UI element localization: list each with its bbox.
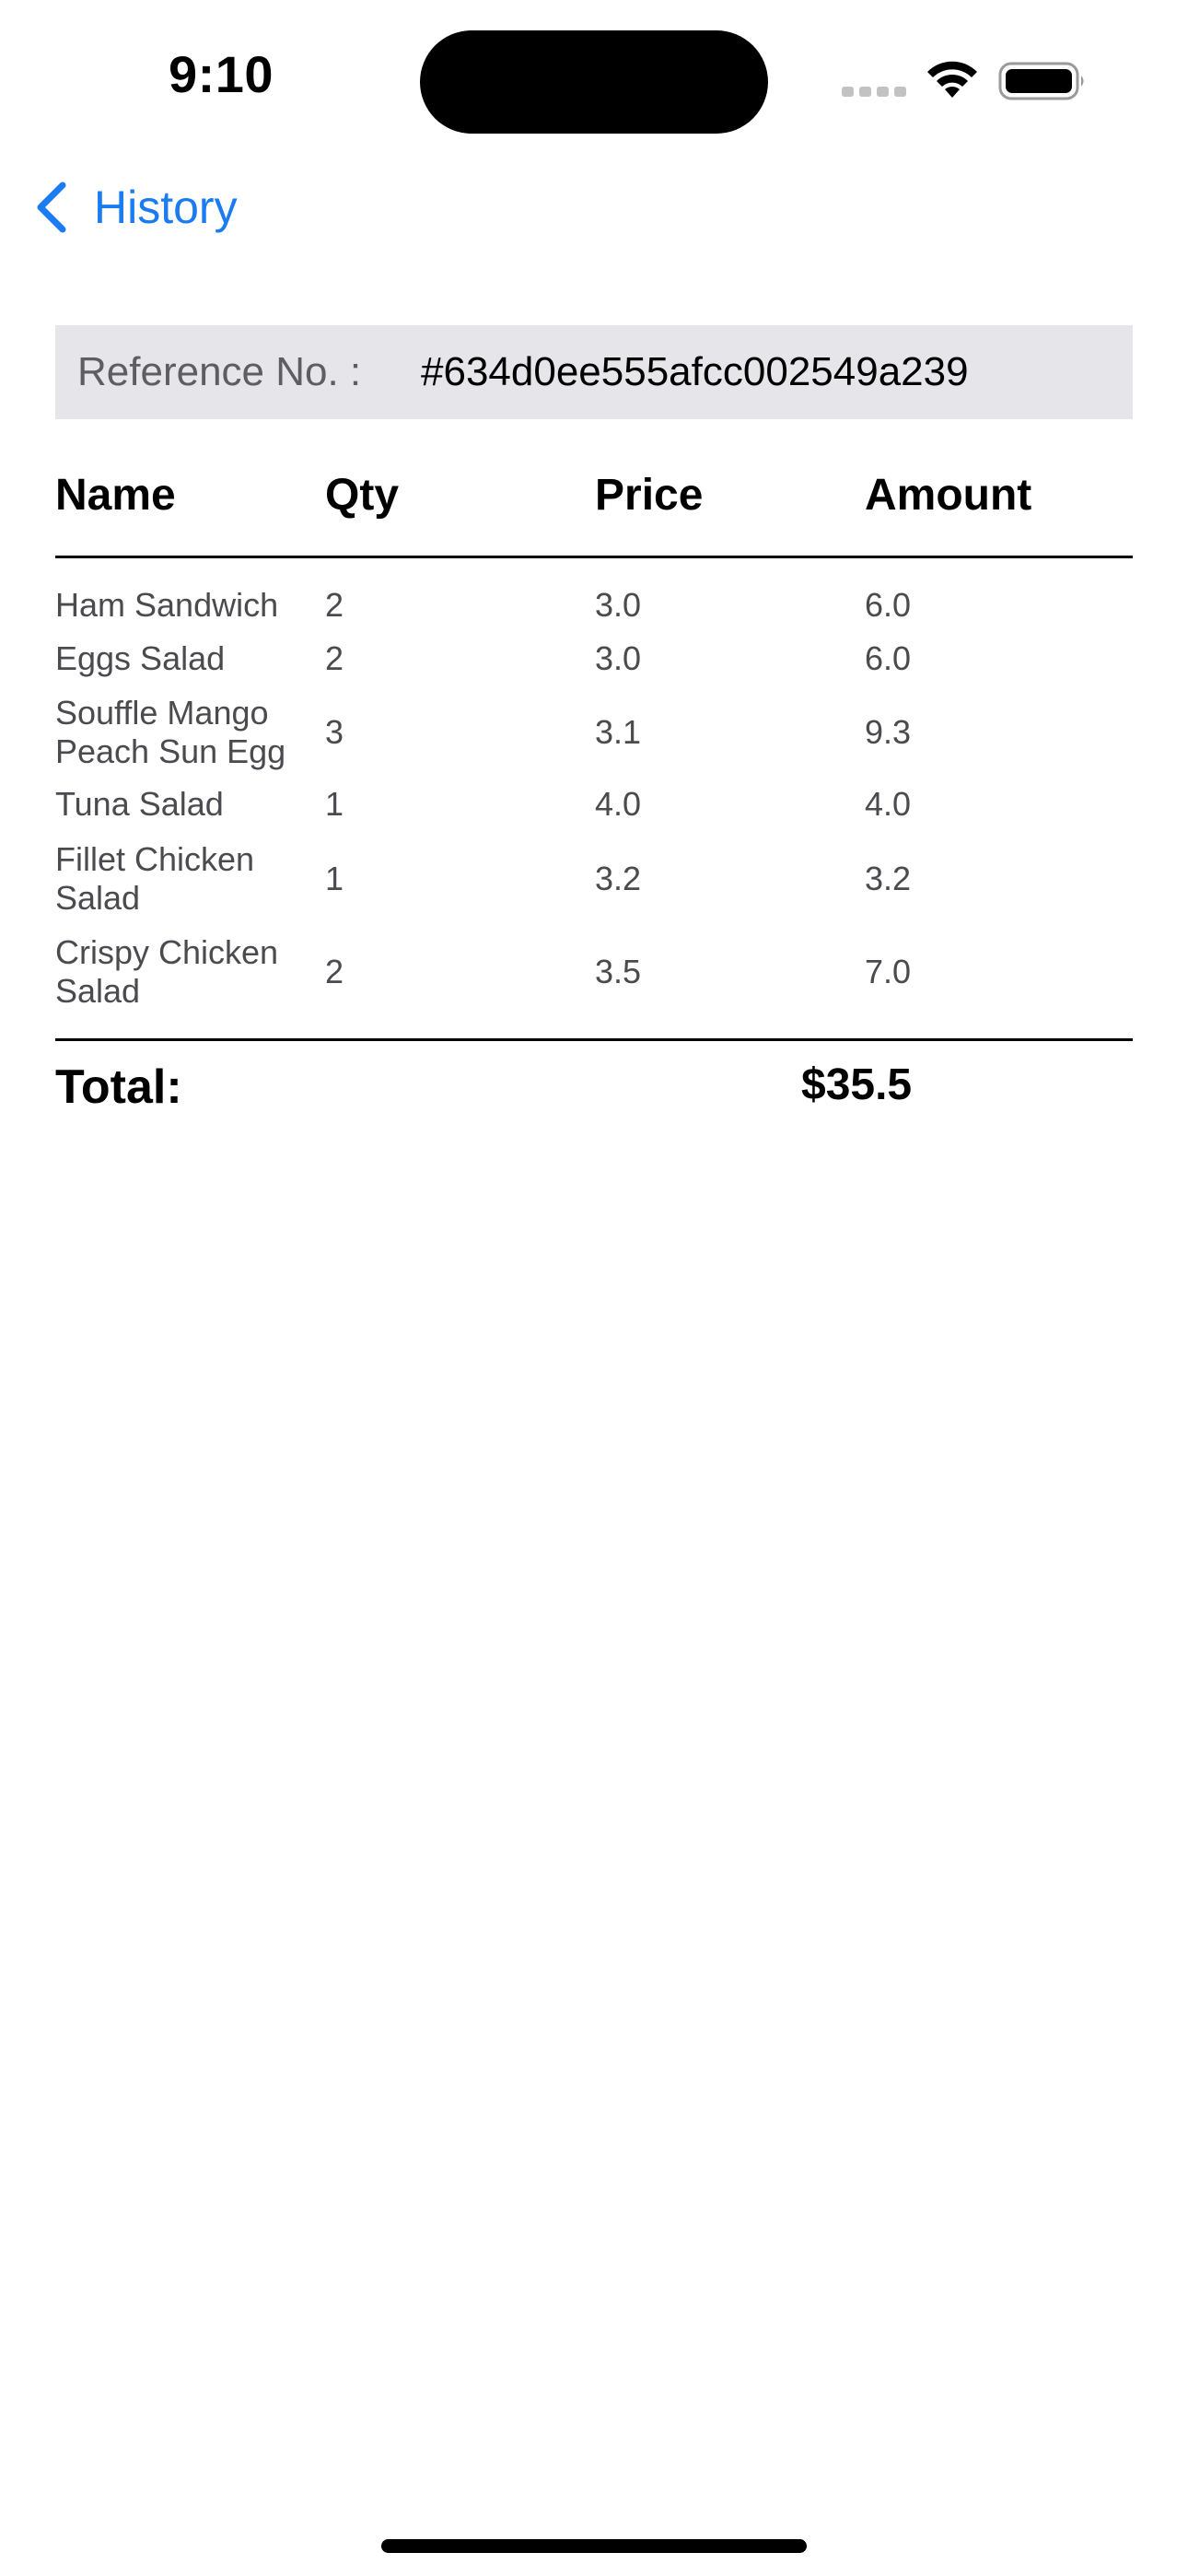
reference-value: #634d0ee555afcc002549a239 — [421, 349, 969, 394]
wifi-icon — [927, 61, 977, 98]
home-indicator[interactable] — [381, 2539, 807, 2553]
back-button[interactable]: History — [33, 175, 238, 240]
table-row: Fillet Chicken Salad 1 3.2 3.2 — [0, 840, 1188, 918]
table-row: Crispy Chicken Salad 2 3.5 7.0 — [0, 933, 1188, 1011]
dynamic-island — [420, 30, 768, 134]
item-qty: 1 — [325, 860, 344, 897]
item-price: 3.0 — [595, 586, 642, 624]
item-amount: 6.0 — [865, 639, 912, 677]
status-bar: 9:10 — [0, 0, 1188, 147]
status-time: 9:10 — [168, 45, 274, 103]
item-amount: 9.3 — [865, 713, 912, 751]
table-row: Ham Sandwich 2 3.0 6.0 — [0, 586, 1188, 632]
total-label: Total: — [55, 1060, 182, 1114]
item-name: Fillet Chicken Salad — [55, 840, 255, 917]
reference-label: Reference No. : — [77, 349, 362, 394]
item-amount: 4.0 — [865, 785, 912, 823]
back-button-label: History — [94, 181, 238, 233]
item-price: 4.0 — [595, 785, 642, 823]
cellular-signal-icon — [842, 87, 906, 100]
item-qty: 2 — [325, 953, 344, 990]
item-qty: 1 — [325, 785, 344, 823]
item-name: Ham Sandwich — [55, 586, 279, 624]
table-row: Tuna Salad 1 4.0 4.0 — [0, 785, 1188, 831]
item-price: 3.0 — [595, 639, 642, 677]
header-price: Price — [595, 471, 704, 520]
header-divider — [55, 556, 1133, 558]
item-amount: 3.2 — [865, 860, 912, 897]
header-amount: Amount — [865, 471, 1032, 520]
table-row: Souffle Mango Peach Sun Egg 3 3.1 9.3 — [0, 694, 1188, 771]
item-qty: 2 — [325, 639, 344, 677]
item-qty: 3 — [325, 713, 344, 751]
header-qty: Qty — [325, 471, 400, 520]
table-header: Name Qty Price Amount — [0, 470, 1188, 534]
item-name: Tuna Salad — [55, 785, 224, 823]
item-amount: 7.0 — [865, 953, 912, 990]
item-name: Crispy Chicken Salad — [55, 933, 279, 1010]
header-name: Name — [55, 471, 176, 520]
total-divider — [55, 1038, 1133, 1041]
table-row: Eggs Salad 2 3.0 6.0 — [0, 639, 1188, 685]
item-amount: 6.0 — [865, 586, 912, 624]
battery-icon — [998, 62, 1084, 100]
item-name: Eggs Salad — [55, 639, 226, 677]
item-price: 3.5 — [595, 953, 642, 990]
total-value: $35.5 — [801, 1060, 913, 1109]
item-name: Souffle Mango Peach Sun Egg — [55, 694, 286, 770]
chevron-left-icon — [37, 181, 66, 233]
item-qty: 2 — [325, 586, 344, 624]
item-price: 3.1 — [595, 713, 642, 751]
reference-bar: Reference No. : #634d0ee555afcc002549a23… — [55, 325, 1133, 419]
item-price: 3.2 — [595, 860, 642, 897]
